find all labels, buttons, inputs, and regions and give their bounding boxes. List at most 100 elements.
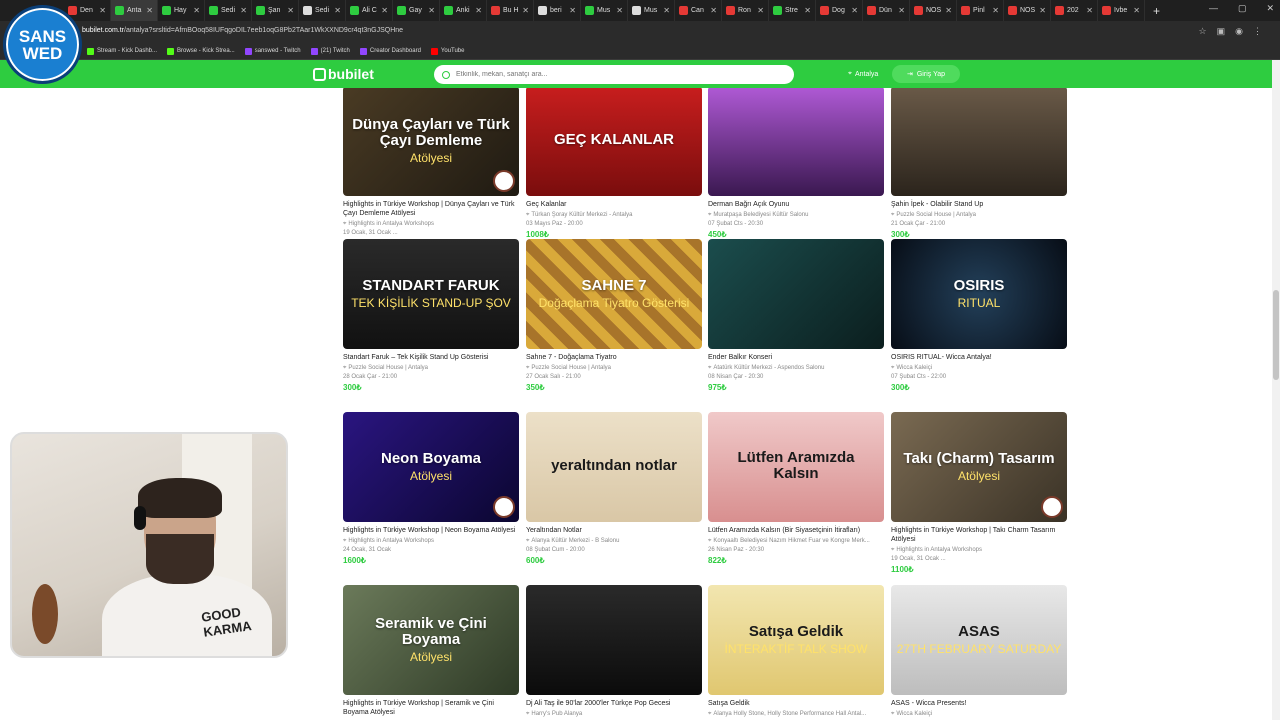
event-image[interactable]: Lütfen Aramızda Kalsın — [708, 412, 884, 522]
tab-close-icon[interactable]: ✕ — [992, 6, 999, 15]
page-scrollbar[interactable] — [1272, 60, 1280, 720]
bookmark-item[interactable]: Stream - Kick Dashb... — [87, 47, 157, 55]
event-card[interactable]: Takı (Charm) Tasarım Atölyesi Highlights i… — [891, 412, 1067, 574]
event-image[interactable]: STANDART FARUK TEK KİŞİLİK STAND-UP ŞOV — [343, 239, 519, 349]
browser-tab[interactable]: Bu H ✕ — [487, 0, 534, 21]
event-card[interactable]: Şahin İpek - Olabilir Stand Up ⌖ Puzzle So… — [891, 88, 1067, 239]
tab-close-icon[interactable]: ✕ — [663, 6, 670, 15]
tab-close-icon[interactable]: ✕ — [1133, 6, 1140, 15]
browser-tab[interactable]: 202 ✕ — [1051, 0, 1098, 21]
event-title[interactable]: Geç Kalanlar — [526, 201, 702, 210]
event-card[interactable]: OSIRIS RITUAL OSIRIS RITUAL- Wicca Antalya… — [891, 239, 1067, 392]
event-title[interactable]: Şahin İpek - Olabilir Stand Up — [891, 201, 1067, 210]
browser-tab[interactable]: Pinl ✕ — [957, 0, 1004, 21]
close-window-icon[interactable]: ✕ — [1266, 3, 1274, 14]
event-image[interactable]: Seramik ve Çini Boyama Atölyesi — [343, 585, 519, 695]
event-title[interactable]: Highlights in Türkiye Workshop | Seramik… — [343, 700, 519, 718]
event-image[interactable]: Dünya Çayları ve Türk Çayı Demleme Atölye… — [343, 88, 519, 196]
browser-tab[interactable]: Dog ✕ — [816, 0, 863, 21]
bookmark-item[interactable]: (21) Twitch — [310, 47, 350, 55]
event-title[interactable]: Yeraltından Notlar — [526, 527, 702, 536]
tab-close-icon[interactable]: ✕ — [757, 6, 764, 15]
tab-close-icon[interactable]: ✕ — [898, 6, 905, 15]
event-card[interactable]: Neon Boyama Atölyesi Highlights in Türkiye… — [343, 412, 519, 565]
tab-close-icon[interactable]: ✕ — [193, 6, 200, 15]
bubilet-logo[interactable]: bubilet — [313, 66, 374, 82]
browser-tab[interactable]: Sedi ✕ — [299, 0, 346, 21]
browser-tab[interactable]: Ron ✕ — [722, 0, 769, 21]
search-box[interactable] — [434, 65, 794, 84]
tab-close-icon[interactable]: ✕ — [334, 6, 341, 15]
tab-close-icon[interactable]: ✕ — [146, 6, 153, 15]
bookmark-star-icon[interactable]: ☆ — [1199, 26, 1207, 37]
login-button[interactable]: ⇥ Giriş Yap — [892, 65, 960, 83]
maximize-icon[interactable]: ▢ — [1238, 3, 1247, 14]
event-title[interactable]: Sahne 7 - Doğaçlama Tiyatro — [526, 354, 702, 363]
event-card[interactable]: SAHNE 7 Doğaçlama Tiyatro Gösterisi Sahne … — [526, 239, 702, 392]
bookmark-item[interactable]: Browse - Kick Strea... — [167, 47, 235, 55]
tab-close-icon[interactable]: ✕ — [287, 6, 294, 15]
bookmark-item[interactable]: YouTube — [430, 47, 464, 55]
url-field[interactable]: bubilet.com.tr/antalya?srsltid=AfmBOoq58… — [82, 27, 403, 34]
event-title[interactable]: Ender Balkır Konseri — [708, 354, 884, 363]
browser-tab[interactable]: Mus ✕ — [628, 0, 675, 21]
browser-tab[interactable]: Hay ✕ — [158, 0, 205, 21]
browser-tab[interactable]: Sedi ✕ — [205, 0, 252, 21]
event-card[interactable]: Lütfen Aramızda Kalsın Lütfen Aramızda Ka… — [708, 412, 884, 565]
browser-tab[interactable]: Ali C ✕ — [346, 0, 393, 21]
event-image[interactable]: Takı (Charm) Tasarım Atölyesi — [891, 412, 1067, 522]
tab-close-icon[interactable]: ✕ — [710, 6, 717, 15]
event-image[interactable]: GEÇ KALANLAR — [526, 88, 702, 196]
event-image[interactable] — [891, 88, 1067, 196]
tab-close-icon[interactable]: ✕ — [428, 6, 435, 15]
event-image[interactable]: Neon Boyama Atölyesi — [343, 412, 519, 522]
event-card[interactable]: Satışa Geldik İNTERAKTİF TALK SHOW Satışa … — [708, 585, 884, 718]
event-card[interactable]: Dünya Çayları ve Türk Çayı Demleme Atölye… — [343, 88, 519, 248]
bookmark-item[interactable]: sanswed - Twitch — [244, 47, 301, 55]
tab-close-icon[interactable]: ✕ — [522, 6, 529, 15]
tab-close-icon[interactable]: ✕ — [851, 6, 858, 15]
event-title[interactable]: Standart Faruk – Tek Kişilik Stand Up Gö… — [343, 354, 519, 363]
event-card[interactable]: STANDART FARUK TEK KİŞİLİK STAND-UP ŞOV St… — [343, 239, 519, 392]
event-title[interactable]: Lütfen Aramızda Kalsın (Bir Siyasetçinin… — [708, 527, 884, 536]
event-image[interactable] — [526, 585, 702, 695]
event-card[interactable]: Seramik ve Çini Boyama Atölyesi Highlights… — [343, 585, 519, 718]
event-card[interactable]: yeraltından notlar Yeraltından Notlar ⌖ Ala… — [526, 412, 702, 565]
event-title[interactable]: Derman Bağrı Açık Oyunu — [708, 201, 884, 210]
menu-icon[interactable]: ⋮ — [1253, 26, 1262, 37]
event-title[interactable]: Highlights in Türkiye Workshop | Dünya Ç… — [343, 201, 519, 219]
tab-close-icon[interactable]: ✕ — [945, 6, 952, 15]
tab-close-icon[interactable]: ✕ — [616, 6, 623, 15]
tab-close-icon[interactable]: ✕ — [381, 6, 388, 15]
event-image[interactable] — [708, 239, 884, 349]
scrollbar-thumb[interactable] — [1273, 290, 1279, 380]
event-image[interactable]: ASAS 27TH FEBRUARY SATURDAY — [891, 585, 1067, 695]
tab-close-icon[interactable]: ✕ — [1086, 6, 1093, 15]
new-tab-button[interactable]: + — [1153, 4, 1160, 18]
event-card[interactable]: Ender Balkır Konseri ⌖ Atatürk Kültür Merk… — [708, 239, 884, 392]
extensions-icon[interactable]: ▣ — [1217, 26, 1226, 37]
event-title[interactable]: Highlights in Türkiye Workshop | Neon Bo… — [343, 527, 519, 536]
bookmark-item[interactable]: Creator Dashboard — [359, 47, 421, 55]
event-title[interactable]: OSIRIS RITUAL- Wicca Antalya! — [891, 354, 1067, 363]
event-image[interactable]: SAHNE 7 Doğaçlama Tiyatro Gösterisi — [526, 239, 702, 349]
event-title[interactable]: Highlights in Türkiye Workshop | Takı Ch… — [891, 527, 1067, 545]
tab-close-icon[interactable]: ✕ — [569, 6, 576, 15]
tab-close-icon[interactable]: ✕ — [240, 6, 247, 15]
event-image[interactable]: Satışa Geldik İNTERAKTİF TALK SHOW — [708, 585, 884, 695]
browser-tab[interactable]: Ivbe ✕ — [1098, 0, 1145, 21]
browser-tab[interactable]: Anta ✕ — [111, 0, 158, 21]
browser-tab[interactable]: NOS ✕ — [910, 0, 957, 21]
browser-tab[interactable]: Dün ✕ — [863, 0, 910, 21]
event-image[interactable]: yeraltından notlar — [526, 412, 702, 522]
event-image[interactable] — [708, 88, 884, 196]
tab-close-icon[interactable]: ✕ — [99, 6, 106, 15]
tab-close-icon[interactable]: ✕ — [475, 6, 482, 15]
event-card[interactable]: Derman Bağrı Açık Oyunu ⌖ Muratpaşa Beledi… — [708, 88, 884, 239]
minimize-icon[interactable]: — — [1209, 3, 1218, 14]
event-title[interactable]: Dj Ali Taş ile 90'lar 2000'ler Türkçe Po… — [526, 700, 702, 709]
search-input[interactable] — [456, 71, 776, 78]
tab-close-icon[interactable]: ✕ — [804, 6, 811, 15]
browser-tab[interactable]: Anki ✕ — [440, 0, 487, 21]
browser-tab[interactable]: Can ✕ — [675, 0, 722, 21]
